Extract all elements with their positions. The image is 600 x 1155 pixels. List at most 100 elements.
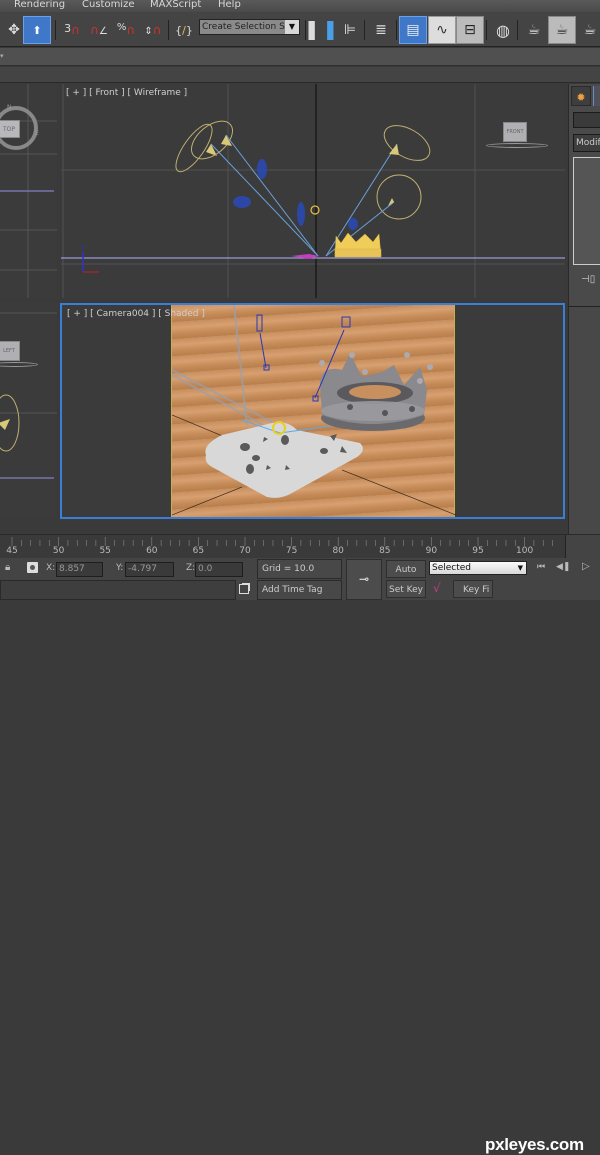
toolbar-separator bbox=[396, 20, 397, 40]
align-button[interactable]: ⊫ bbox=[336, 16, 364, 44]
modify-tab[interactable] bbox=[593, 86, 600, 106]
render-setup-button[interactable]: ☕ bbox=[520, 16, 548, 44]
play-icon[interactable]: ▷ bbox=[582, 561, 590, 572]
object-name-field[interactable] bbox=[573, 112, 600, 128]
crown-front-wireframe bbox=[334, 232, 382, 258]
absolute-mode-icon[interactable] bbox=[27, 562, 38, 573]
scene-explorer-button[interactable]: ▤ bbox=[399, 16, 427, 44]
timeline-tick-label: 55 bbox=[99, 546, 111, 556]
mirror-button[interactable]: ▌▐ bbox=[307, 16, 335, 44]
timeline[interactable]: 45 50 55 60 65 70 75 80 85 90 95 100 bbox=[0, 534, 600, 559]
rendered-frame-window-button[interactable]: ☕ bbox=[548, 16, 576, 44]
menu-customize[interactable]: Customize bbox=[82, 0, 135, 10]
lock-selection-icon[interactable]: 🔒︎ bbox=[5, 562, 10, 573]
material-editor-button[interactable]: ◍ bbox=[489, 16, 517, 44]
key-filters-button[interactable]: Key Fi bbox=[453, 580, 493, 598]
toolbar-separator bbox=[486, 20, 487, 40]
z-value: 0.0 bbox=[198, 564, 213, 574]
set-key-button[interactable]: Set Key bbox=[386, 580, 426, 598]
pin-stack-icon[interactable]: ⊣▯ bbox=[581, 274, 595, 285]
menu-maxscript[interactable]: MAXScript bbox=[150, 0, 201, 10]
add-time-tag-label: Add Time Tag bbox=[262, 585, 323, 595]
y-label: Y: bbox=[116, 563, 124, 573]
window-crossing-icon[interactable] bbox=[239, 584, 249, 594]
modifier-list-dropdown[interactable]: Modifi bbox=[573, 134, 600, 152]
select-object-button[interactable]: ⬆ bbox=[23, 16, 51, 44]
spinner-snap-button[interactable]: ⇕∩ bbox=[139, 16, 167, 44]
timeline-tick-label: 100 bbox=[516, 546, 534, 556]
percent-snap-button[interactable]: %∩ bbox=[112, 16, 140, 44]
auto-key-button[interactable]: Auto Key bbox=[386, 560, 426, 593]
snap-3d-icon: 3∩ bbox=[64, 22, 80, 37]
x-coordinate-field[interactable]: 8.857 bbox=[56, 562, 103, 577]
menu-rendering[interactable]: Rendering bbox=[14, 0, 65, 10]
create-tab[interactable]: ✹ bbox=[571, 86, 591, 106]
curve-editor-button[interactable]: ∿ bbox=[428, 16, 456, 44]
named-selection-set-dropdown[interactable]: Create Selection Se ▼ bbox=[199, 19, 300, 35]
rollout-panel bbox=[569, 306, 600, 534]
edit-named-selection-button[interactable]: {/} bbox=[170, 16, 198, 44]
chevron-down-icon: ▼ bbox=[517, 564, 523, 572]
viewport-camera-label[interactable]: [ + ] [ Camera004 ] [ Shaded ] bbox=[67, 309, 205, 319]
z-label: Z: bbox=[186, 563, 196, 573]
viewcube-ring bbox=[486, 143, 548, 148]
main-toolbar: ✥ ⬆ 3∩ ∩∠ %∩ ⇕∩ {/} Create Selection Se … bbox=[0, 12, 600, 47]
spinner-snap-icon: ⇕∩ bbox=[144, 23, 162, 37]
timeline-tick-label: 45 bbox=[6, 546, 18, 556]
compass-n-label: N bbox=[7, 104, 12, 111]
viewcube-front[interactable]: FRONT bbox=[503, 122, 527, 142]
key-tangent-icon[interactable]: √ bbox=[433, 581, 441, 595]
y-coordinate-field[interactable]: -4.797 bbox=[125, 562, 174, 577]
timeline-tick-label: 95 bbox=[472, 546, 484, 556]
teapot-frame-icon: ☕ bbox=[555, 22, 569, 38]
angle-snap-button[interactable]: ∩∠ bbox=[85, 16, 113, 44]
viewcube-top[interactable]: TOP bbox=[0, 120, 20, 138]
viewport-front-label[interactable]: [ + ] [ Front ] [ Wireframe ] bbox=[66, 88, 187, 98]
left-scene bbox=[0, 312, 57, 479]
set-key-label: Set Key bbox=[389, 585, 423, 595]
edit-named-selection-icon: {/} bbox=[175, 23, 193, 37]
key-mode-value: Selected bbox=[432, 563, 472, 573]
maxscript-listener-area[interactable] bbox=[0, 580, 236, 600]
schematic-view-button[interactable]: ⊟ bbox=[456, 16, 484, 44]
teapot-render-icon: ☕ bbox=[583, 22, 597, 38]
viewport-camera[interactable]: [ + ] [ Camera004 ] [ Shaded ] bbox=[60, 303, 565, 519]
viewcube-left[interactable]: LEFT bbox=[0, 341, 20, 361]
y-value: -4.797 bbox=[128, 564, 158, 574]
front-grid bbox=[61, 84, 565, 298]
menu-help[interactable]: Help bbox=[218, 0, 241, 10]
shadow-plane bbox=[205, 422, 363, 498]
viewport-left[interactable]: LEFT bbox=[0, 303, 57, 518]
timeline-tick-label: 75 bbox=[285, 546, 298, 556]
add-time-tag-button[interactable]: Add Time Tag bbox=[257, 580, 342, 600]
timeline-tick-label: 60 bbox=[146, 546, 158, 556]
safe-frame-render bbox=[171, 305, 457, 517]
x-label: X: bbox=[46, 563, 56, 573]
chevron-down-icon: ▼ bbox=[285, 20, 299, 34]
material-editor-icon: ◍ bbox=[496, 20, 510, 40]
viewport-front[interactable]: z [ + ] [ Front ] [ Wireframe ] FRONT bbox=[61, 84, 565, 298]
modifier-stack[interactable] bbox=[573, 157, 600, 265]
ribbon-expand-icon[interactable]: ▾ bbox=[0, 52, 4, 60]
viewport-top[interactable]: TOP N E bbox=[0, 84, 57, 298]
go-to-start-icon[interactable]: ⏮ bbox=[537, 562, 545, 572]
render-production-button[interactable]: ☕ bbox=[576, 16, 600, 44]
snaps-toggle-button[interactable]: 3∩ bbox=[58, 16, 86, 44]
key-mode-dropdown[interactable]: Selected ▼ bbox=[429, 561, 527, 575]
toolbar-separator bbox=[168, 20, 169, 40]
previous-frame-icon[interactable]: ◀❚ bbox=[556, 562, 570, 572]
schematic-view-icon: ⊟ bbox=[464, 22, 476, 38]
viewcube-label: FRONT bbox=[506, 129, 524, 135]
grid-value: Grid = 10.0 bbox=[262, 564, 315, 574]
ribbon-panel bbox=[0, 67, 600, 83]
set-key-toggle-button[interactable]: ⊸ bbox=[346, 559, 382, 600]
command-panel: ✹ Modifi ⊣▯ bbox=[568, 84, 600, 534]
teapot-render-setup-icon: ☕ bbox=[527, 22, 541, 38]
front-scene: z bbox=[61, 84, 565, 298]
timeline-tick-label: 85 bbox=[379, 546, 391, 556]
z-coordinate-field[interactable]: 0.0 bbox=[195, 562, 243, 577]
layer-manager-button[interactable]: ≣ bbox=[367, 16, 395, 44]
align-icon: ⊫ bbox=[343, 22, 357, 38]
viewcube-label: TOP bbox=[2, 126, 15, 133]
compass-e-label: E bbox=[35, 130, 39, 137]
